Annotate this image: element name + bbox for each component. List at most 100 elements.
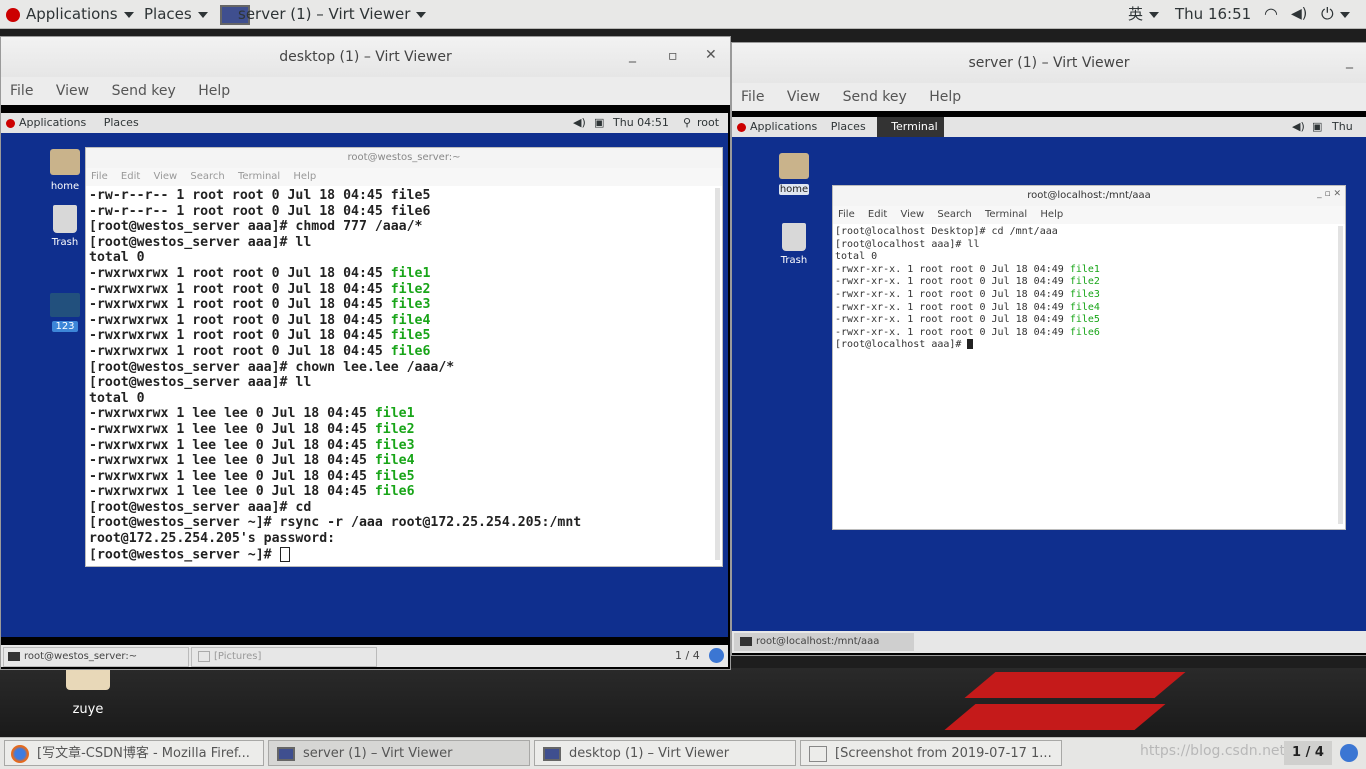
guest-applications-menu[interactable]: Applications [19,116,86,129]
notification-icon[interactable] [709,648,724,663]
terminal-line: -rwxr-xr-x. 1 root root 0 Jul 18 04:49 f… [835,301,1100,313]
window-controls[interactable]: _ ▫ ✕ [1317,189,1341,199]
task-desktop-viewer[interactable]: desktop (1) – Virt Viewer [534,740,796,766]
folder-icon[interactable] [66,668,110,690]
guest-applications-menu[interactable]: Applications [750,120,817,133]
scrollbar[interactable] [1338,226,1343,524]
wifi-icon[interactable]: ◠ [1264,0,1278,28]
volume-icon[interactable]: ◀) [1291,0,1307,28]
terminal-menu-view[interactable]: View [900,209,924,220]
guest-user-menu[interactable]: root [697,113,719,133]
guest-task-pictures[interactable]: [Pictures] [191,647,377,667]
file-name: file4 [1069,301,1100,313]
guest-pager[interactable]: 1 / 4 [675,649,700,662]
terminal-title: root@westos_server:~ [86,148,722,168]
virt-viewer-window-desktop[interactable]: desktop (1) – Virt Viewer _ ▫ ✕ File Vie… [0,36,731,670]
menu-file[interactable]: File [10,83,33,99]
terminal-icon [8,651,20,661]
clock[interactable]: Thu 16:51 [1175,0,1251,28]
volume-icon[interactable]: ◀) [1292,117,1305,137]
task-server-viewer[interactable]: server (1) – Virt Viewer [268,740,530,766]
guest-places-menu[interactable]: Places [831,120,866,133]
terminal-menu-file[interactable]: File [838,209,855,220]
terminal-menu-help[interactable]: Help [1040,209,1063,220]
terminal-line: [root@westos_server aaa]# chown lee.lee … [89,359,455,375]
terminal-output[interactable]: -rw-r--r-- 1 root root 0 Jul 18 04:45 fi… [86,186,722,565]
terminal-line: [root@westos_server ~]# [89,546,719,563]
terminal-line: -rwxrwxrwx 1 root root 0 Jul 18 04:45 fi… [89,281,431,297]
active-window-menu[interactable]: server (1) – Virt Viewer [220,0,427,28]
menu-help[interactable]: Help [198,83,230,99]
menu-send-key[interactable]: Send key [112,83,176,99]
desktop-icon-trash[interactable]: Trash [45,205,85,248]
terminal-menu-bar: File Edit View Search Terminal Help [833,206,1345,224]
host-desktop: zuye [0,668,1366,737]
guest-clock[interactable]: Thu 04:51 [613,113,669,133]
terminal-menu-terminal[interactable]: Terminal [238,171,280,182]
terminal-menu-search[interactable]: Search [937,209,971,220]
guest-task-terminal[interactable]: root@localhost:/mnt/aaa [734,633,914,651]
file-name: file4 [374,453,415,469]
terminal-menu-edit[interactable]: Edit [121,171,140,182]
menu-send-key[interactable]: Send key [843,89,907,105]
guest-active-app[interactable]: Terminal [877,117,944,137]
minimize-button[interactable]: _ [629,47,636,63]
desktop-icon-home[interactable]: home [774,153,814,195]
file-name: file2 [374,421,415,437]
task-firefox[interactable]: [写文章-CSDN博客 - Mozilla Firef... [4,740,264,766]
terminal-menu-file[interactable]: File [91,171,108,182]
file-name: file3 [390,297,431,313]
guest-display[interactable]: Applications Places Terminal ◀) ▣ Thu 04… [732,111,1366,655]
minimize-button[interactable]: _ [1346,53,1353,69]
workspace-pager[interactable]: 1 / 4 [1284,741,1332,765]
virt-viewer-window-server[interactable]: server (1) – Virt Viewer _ File View Sen… [731,42,1366,656]
terminal-line: total 0 [89,250,145,266]
user-icon: ⚲ [683,116,692,129]
host-taskbar: [写文章-CSDN博客 - Mozilla Firef... server (1… [0,737,1366,769]
places-menu[interactable]: Places [144,0,208,28]
desktop-icon-home[interactable]: home [45,149,85,192]
desktop-icon-folder[interactable]: 123 [45,293,85,332]
menu-view[interactable]: View [787,89,820,105]
terminal-menu-terminal[interactable]: Terminal [985,209,1027,220]
file-name: file5 [374,468,415,484]
terminal-menu-view[interactable]: View [153,171,177,182]
power-icon[interactable]: ⏻ [1321,0,1350,28]
terminal-window[interactable]: root@westos_server:~ File Edit View Sear… [85,147,723,567]
display-icon[interactable]: ▣ [594,113,604,133]
redhat-icon [6,7,20,22]
menu-view[interactable]: View [56,83,89,99]
scrollbar[interactable] [715,188,720,560]
guest-taskbar: root@localhost:/mnt/aaa [732,631,1366,653]
maximize-button[interactable]: ▫ [668,48,678,64]
applications-menu[interactable]: Applications [6,0,134,28]
guest-display[interactable]: Applications Places ◀) ▣ Thu 04:51 ⚲ roo… [1,105,730,669]
terminal-menu-search[interactable]: Search [190,171,224,182]
window-title: desktop (1) – Virt Viewer [1,37,730,77]
terminal-window[interactable]: root@localhost:/mnt/aaa _ ▫ ✕ File Edit … [832,185,1346,530]
display-icon[interactable]: ▣ [1312,117,1322,137]
terminal-line: -rwxrwxrwx 1 root root 0 Jul 18 04:45 fi… [89,297,431,313]
notification-icon[interactable] [1340,744,1358,762]
chevron-down-icon [416,11,427,18]
guest-places-menu[interactable]: Places [104,116,139,129]
terminal-output[interactable]: [root@localhost Desktop]# cd /mnt/aaa [ro… [833,224,1345,354]
volume-icon[interactable]: ◀) [573,113,586,133]
terminal-line: -rwxrwxrwx 1 lee lee 0 Jul 18 04:45 file… [89,484,415,500]
trash-icon [782,223,806,251]
terminal-line: [root@localhost aaa]# [835,339,1343,352]
menu-help[interactable]: Help [929,89,961,105]
task-screenshot[interactable]: [Screenshot from 2019-07-17 1... [800,740,1062,766]
terminal-menu-edit[interactable]: Edit [868,209,887,220]
terminal-title: root@localhost:/mnt/aaa [833,186,1345,206]
input-method-menu[interactable]: 英 [1128,0,1160,28]
terminal-menu-help[interactable]: Help [293,171,316,182]
guest-task-terminal[interactable]: root@westos_server:~ [3,647,189,667]
file-name: file1 [390,265,431,281]
menu-file[interactable]: File [741,89,764,105]
close-button[interactable]: ✕ [705,47,717,63]
desktop-icon-trash[interactable]: Trash [774,223,814,266]
file-name: file2 [390,281,431,297]
chevron-down-icon [123,11,134,18]
terminal-line: [root@westos_server aaa]# ll [89,375,312,391]
